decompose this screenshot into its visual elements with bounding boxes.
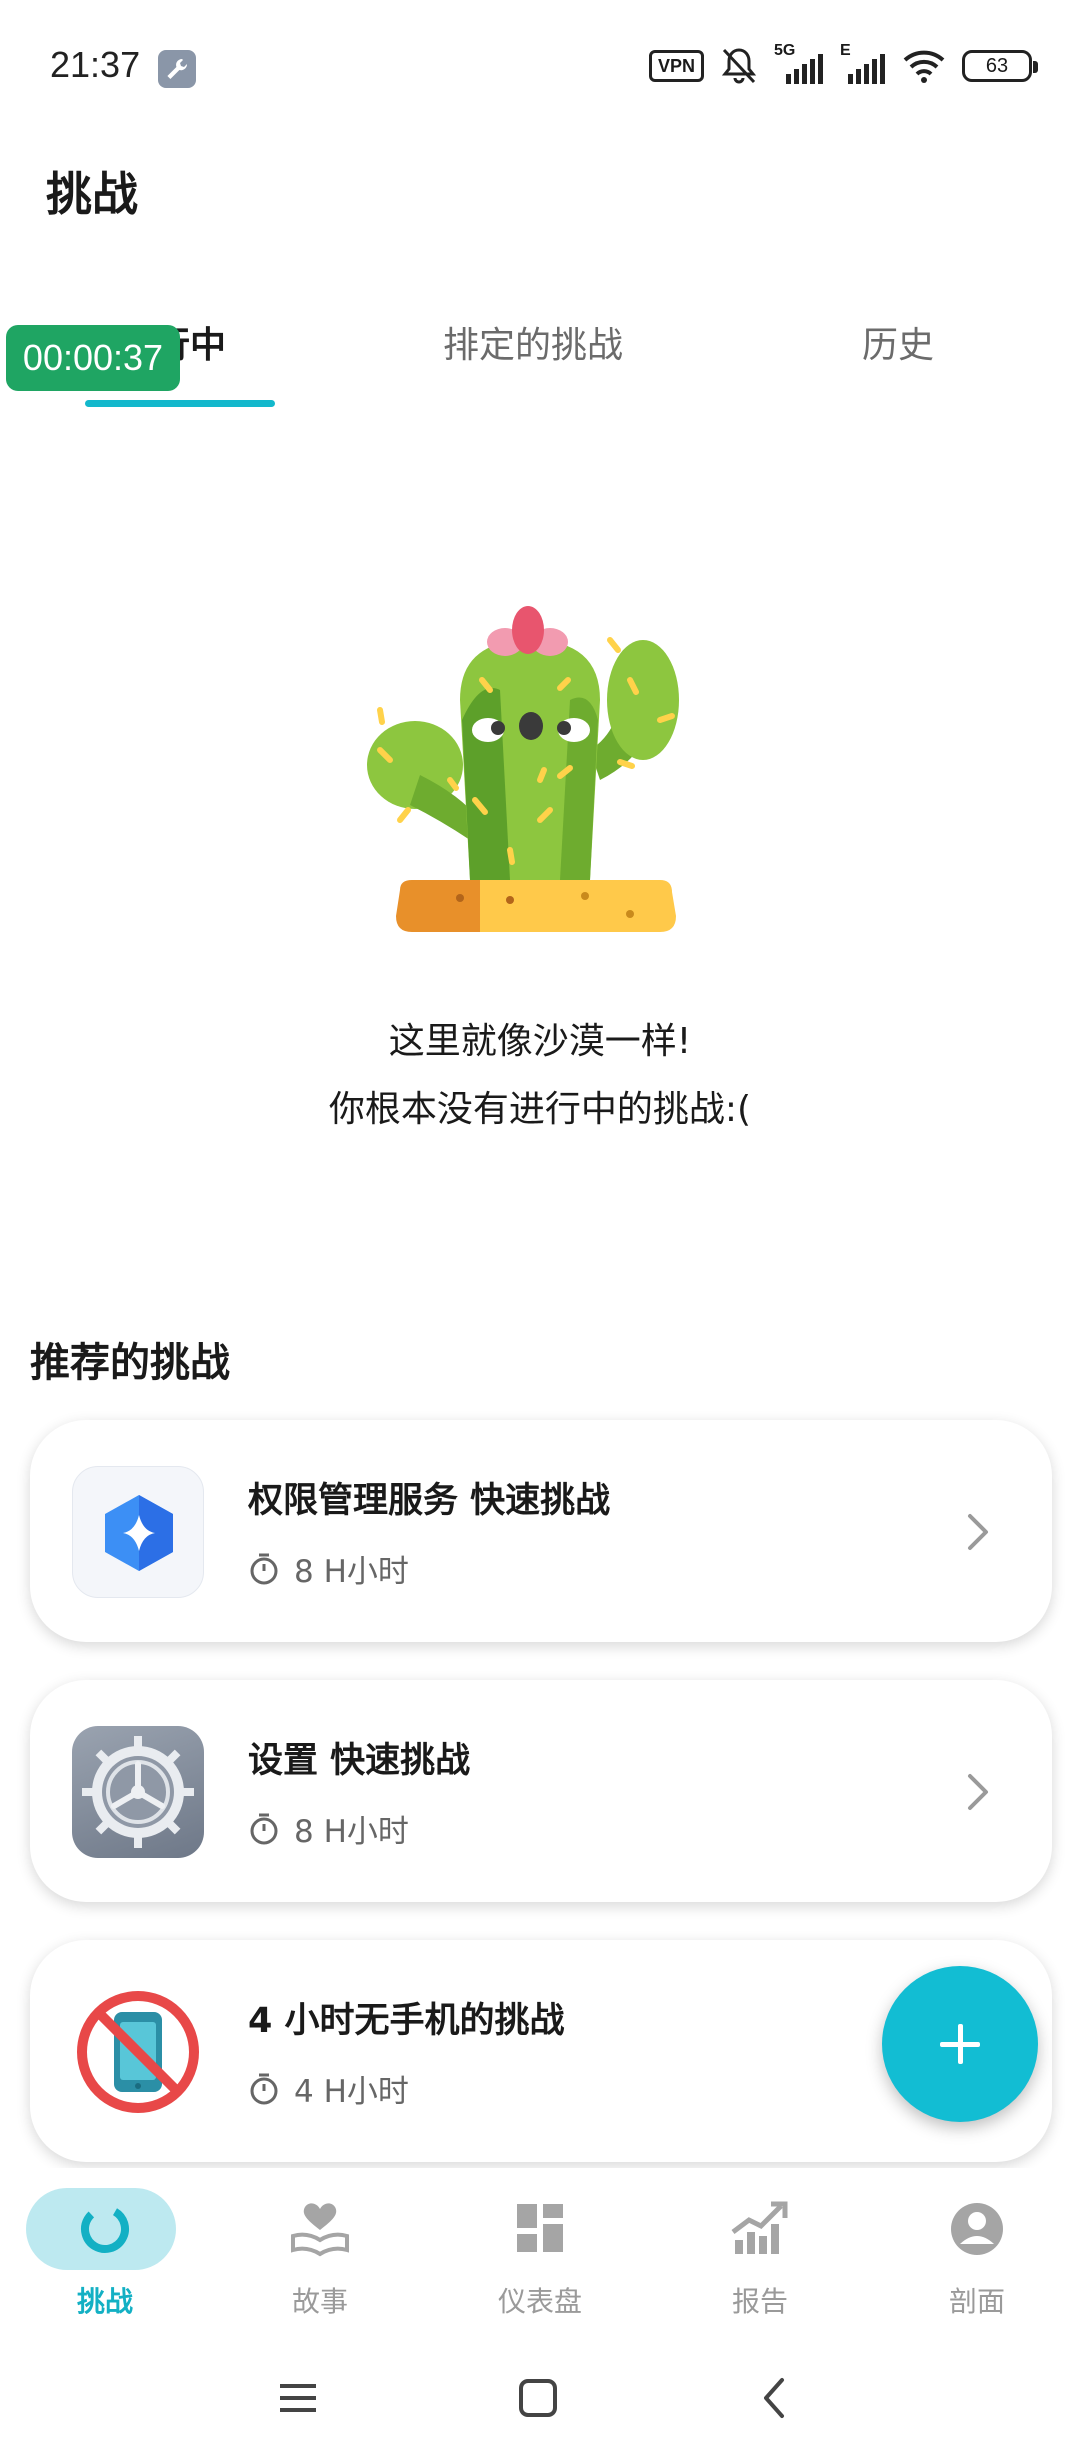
system-nav-bar (0, 2340, 1080, 2460)
menu-icon[interactable] (268, 2368, 328, 2428)
status-bar: 21:37 VPN 5G E 63 (0, 0, 1080, 136)
nav-label: 挑战 (76, 2285, 133, 2318)
challenge-title: 权限管理服务 快速挑战 (248, 1481, 611, 1521)
cactus-illustration (367, 606, 679, 932)
no-phone-icon (72, 1986, 204, 2118)
signal-5g-icon: 5G (774, 42, 824, 86)
chart-growth-icon (731, 2201, 788, 2254)
challenge-duration-text: 4 H小时 (294, 2074, 409, 2110)
stopwatch-icon (250, 1553, 278, 1584)
challenge-title: 设置 快速挑战 (248, 1741, 471, 1781)
nav-label: 剖面 (948, 2285, 1005, 2318)
recommended-section-title: 推荐的挑战 (30, 1340, 230, 1386)
nav-label: 报告 (731, 2285, 788, 2318)
challenge-title: 4 小时无手机的挑战 (248, 2001, 565, 2041)
challenge-duration: 4 H小时 (248, 2066, 409, 2111)
empty-state-subtitle: 你根本没有进行中的挑战:( (328, 1089, 752, 1130)
vpn-badge: VPN (648, 50, 704, 82)
status-time: 21:37 (50, 44, 141, 85)
tab-active-indicator (85, 400, 275, 407)
bottom-nav: 挑战 故事 仪表盘 报告 剖面 (0, 2168, 1080, 2328)
status-icons: VPN 5G E 63 (648, 42, 1038, 86)
tab-history[interactable]: 历史 (862, 316, 934, 368)
challenge-duration-text: 8 H小时 (294, 1554, 409, 1590)
nav-item-reports[interactable]: 报告 (675, 2180, 845, 2320)
battery-icon: 63 (962, 50, 1038, 82)
wifi-icon (903, 50, 945, 83)
permission-service-icon (72, 1466, 204, 1598)
heart-book-icon (291, 2203, 349, 2257)
settings-gear-icon (72, 1726, 204, 1858)
empty-state-title: 这里就像沙漠一样! (388, 1021, 692, 1062)
tab-scheduled[interactable]: 排定的挑战 (443, 316, 623, 368)
home-icon[interactable] (508, 2368, 568, 2428)
challenge-duration: 8 H小时 (248, 1806, 409, 1851)
nav-item-profile[interactable]: 剖面 (892, 2180, 1062, 2320)
challenge-ring-icon (81, 2205, 129, 2253)
back-icon[interactable] (744, 2368, 804, 2428)
add-challenge-button[interactable] (882, 1966, 1038, 2122)
nav-label: 仪表盘 (497, 2285, 582, 2318)
challenge-duration: 8 H小时 (248, 1546, 409, 1591)
nav-item-challenges[interactable]: 挑战 (20, 2180, 190, 2320)
nav-label: 故事 (291, 2285, 348, 2318)
bell-muted-icon (721, 48, 757, 84)
chevron-right-icon (968, 1514, 988, 1550)
profile-icon (951, 2203, 1003, 2255)
challenge-card[interactable]: 设置 快速挑战 8 H小时 (30, 1680, 1052, 1902)
signal-e-icon: E (840, 42, 886, 86)
stopwatch-icon (250, 2073, 278, 2104)
wrench-icon (158, 50, 196, 88)
nav-item-stories[interactable]: 故事 (235, 2180, 405, 2320)
page-title: 挑战 (46, 167, 138, 221)
challenge-card[interactable]: 权限管理服务 快速挑战 8 H小时 (30, 1420, 1052, 1642)
stopwatch-icon (250, 1813, 278, 1844)
nav-item-dashboard[interactable]: 仪表盘 (455, 2180, 625, 2320)
timer-overlay: 00:00:37 (6, 325, 180, 391)
dashboard-icon (517, 2204, 563, 2252)
chevron-right-icon (968, 1774, 988, 1810)
challenge-duration-text: 8 H小时 (294, 1814, 409, 1850)
